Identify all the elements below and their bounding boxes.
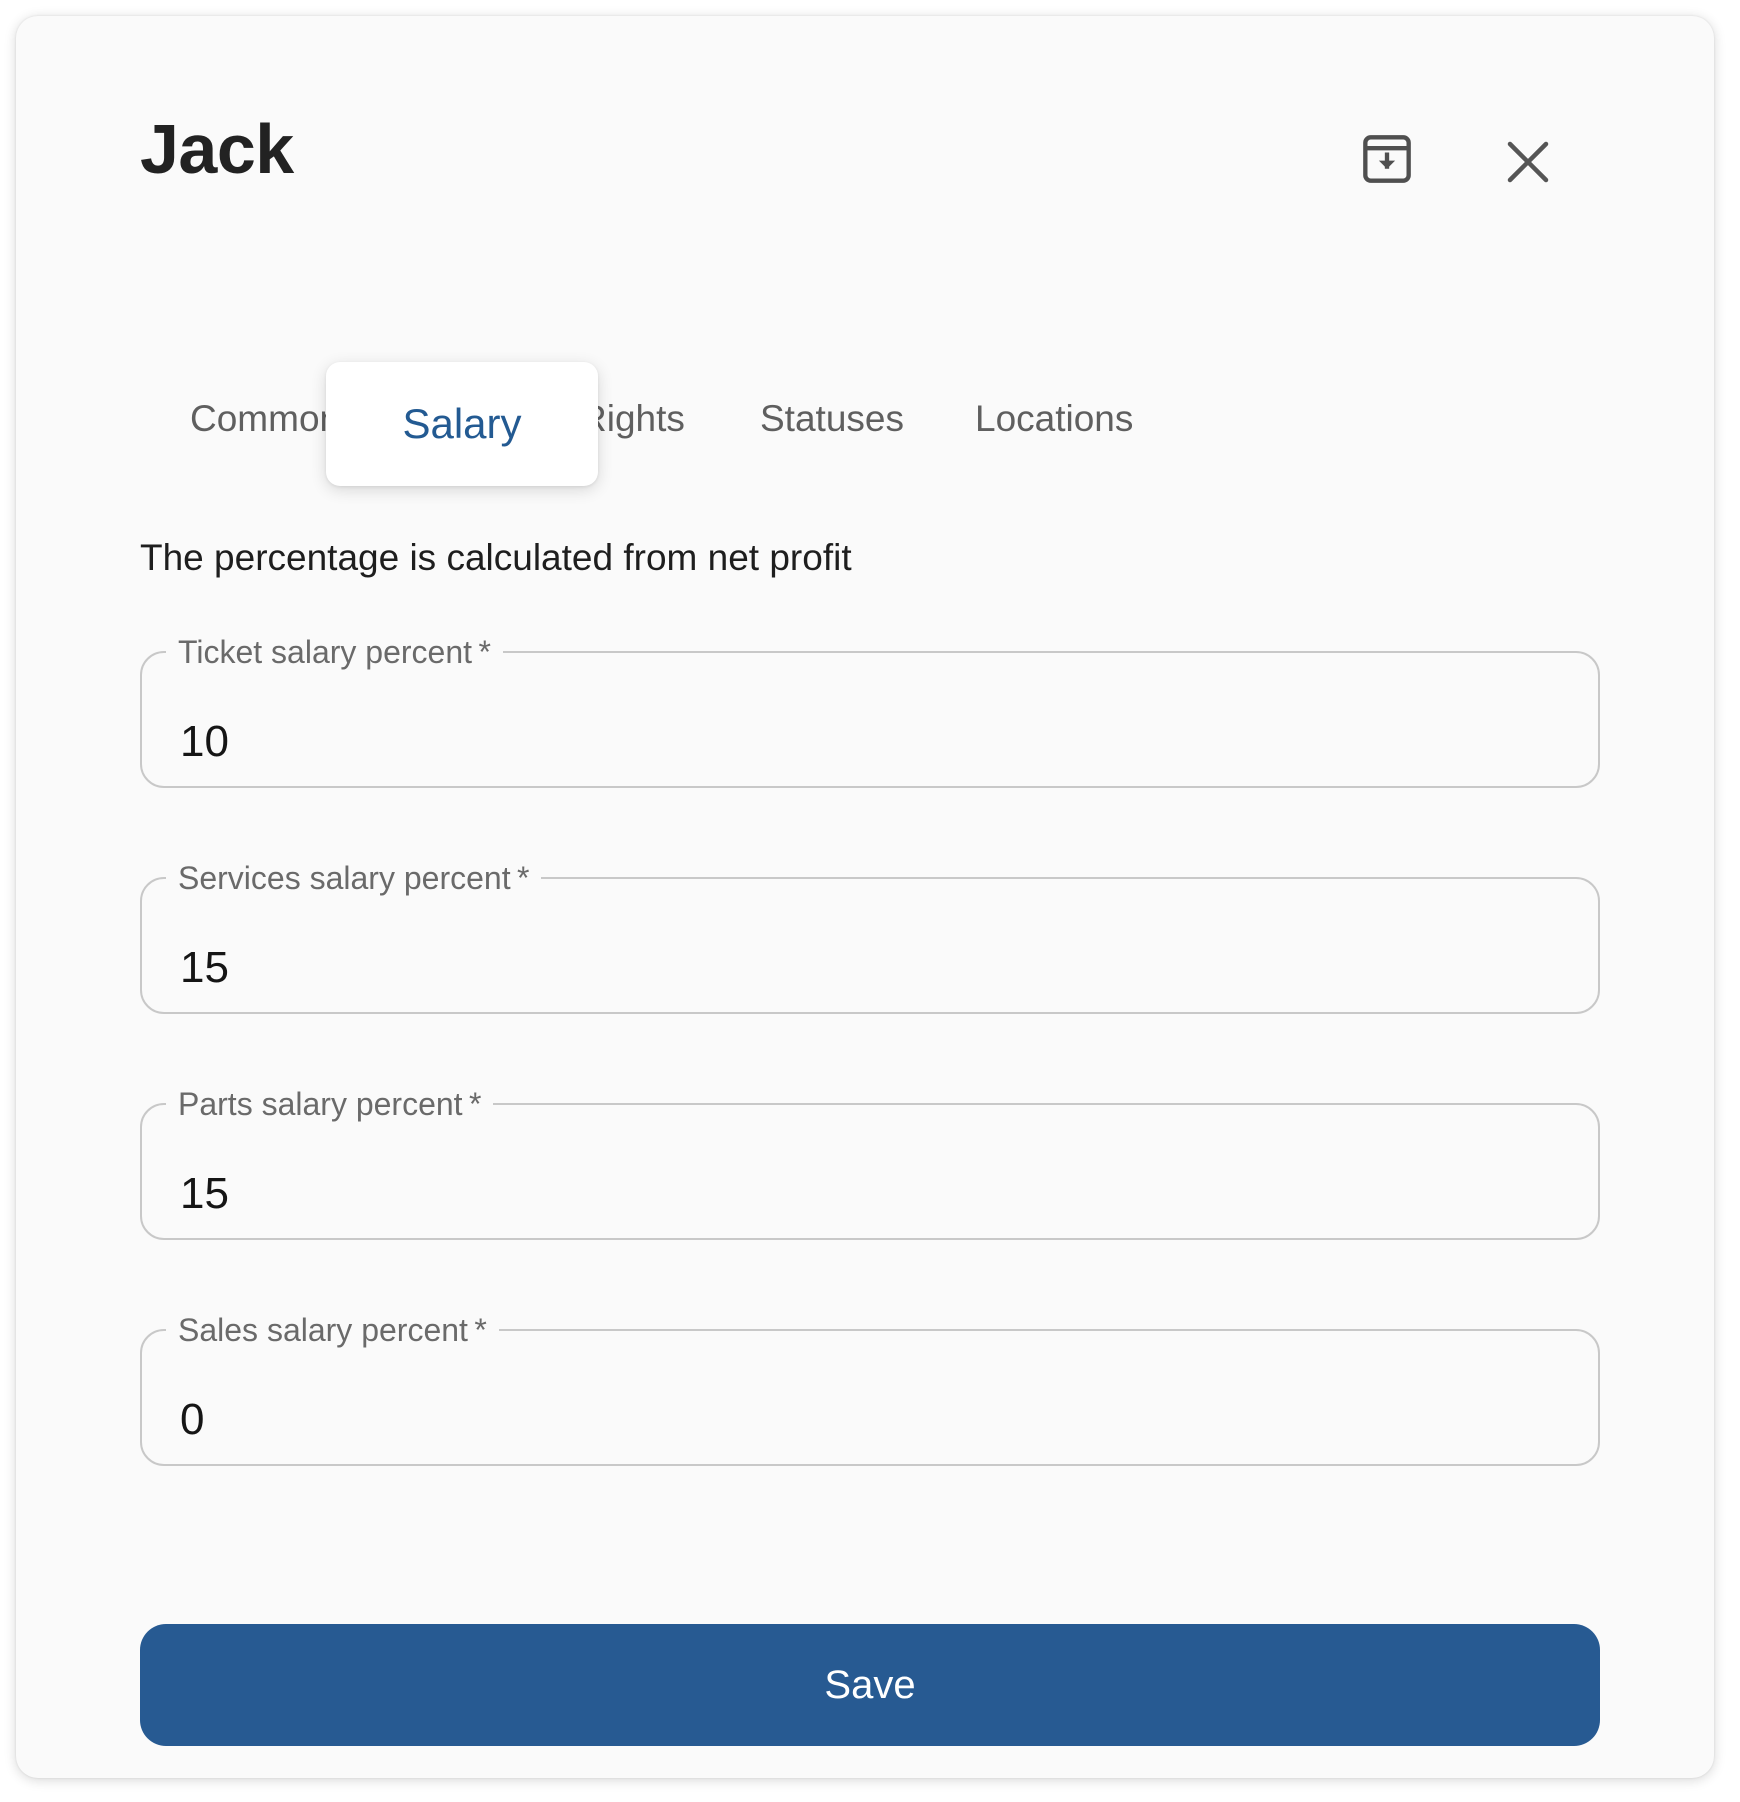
ticket-salary-percent-label: Ticket salary percent * (178, 634, 491, 670)
archive-button[interactable] (1356, 128, 1418, 190)
tab-statuses[interactable]: Statuses (760, 400, 904, 437)
tab-salary[interactable]: Salary (326, 362, 598, 486)
salary-hint-text: The percentage is calculated from net pr… (140, 537, 852, 578)
dialog-title: Jack (140, 110, 294, 188)
ticket-salary-percent-field: Ticket salary percent * (140, 636, 1600, 788)
required-mark: * (474, 1312, 487, 1348)
sales-salary-percent-field: Sales salary percent * (140, 1314, 1600, 1466)
employee-dialog: Jack Common Rights Statuses Locations Sa… (16, 16, 1714, 1778)
required-mark: * (468, 1086, 482, 1122)
parts-salary-percent-input[interactable] (180, 1164, 1568, 1224)
services-salary-percent-field: Services salary percent * (140, 862, 1600, 1014)
save-button[interactable]: Save (140, 1624, 1600, 1746)
tab-locations[interactable]: Locations (975, 400, 1133, 437)
required-mark: * (516, 860, 530, 896)
tab-bar: Common Rights Statuses Locations Salary (140, 354, 1600, 486)
required-mark: * (478, 634, 491, 670)
archive-download-icon (1363, 135, 1411, 183)
sales-salary-percent-label: Sales salary percent * (178, 1312, 487, 1348)
ticket-salary-percent-input[interactable] (180, 712, 1568, 772)
sales-salary-percent-input[interactable] (180, 1390, 1568, 1450)
services-salary-percent-label: Services salary percent * (178, 860, 530, 896)
services-salary-percent-input[interactable] (180, 938, 1568, 998)
parts-salary-percent-label: Parts salary percent * (178, 1086, 482, 1122)
parts-salary-percent-field: Parts salary percent * (140, 1088, 1600, 1240)
close-icon (1507, 141, 1549, 183)
tab-common[interactable]: Common (190, 400, 340, 437)
close-button[interactable] (1500, 134, 1556, 190)
